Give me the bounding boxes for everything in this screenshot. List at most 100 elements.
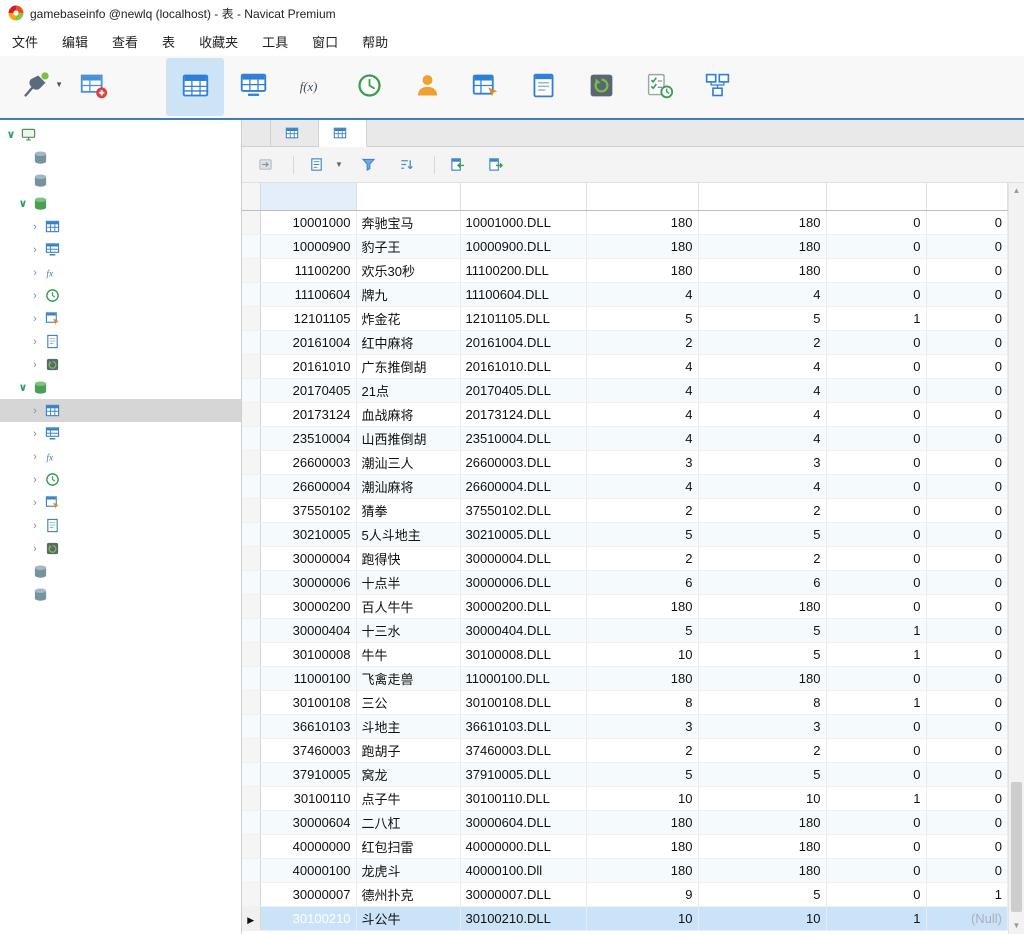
cell-gameID[interactable]: 37460003 xyxy=(260,738,356,762)
cell-dllName[interactable]: 37910005.DLL xyxy=(460,762,586,786)
expand-icon[interactable]: › xyxy=(28,312,42,326)
row-marker[interactable] xyxy=(242,474,260,498)
tree-item-newhm[interactable]: ∨ xyxy=(0,192,241,215)
cell-deskPeople[interactable]: 180 xyxy=(586,594,698,618)
scrollbar-track[interactable] xyxy=(1009,199,1024,918)
expand-icon[interactable]: › xyxy=(28,542,42,556)
cell-gameID[interactable]: 30100210 xyxy=(260,906,356,930)
cell-deskPeople[interactable]: 8 xyxy=(586,690,698,714)
cell-name[interactable]: 窝龙 xyxy=(356,762,460,786)
cell-isClose[interactable]: 0 xyxy=(926,402,1008,426)
cell-isClose[interactable]: 0 xyxy=(926,834,1008,858)
cell-name[interactable]: 奔驰宝马 xyxy=(356,210,460,234)
menu-item-5[interactable]: 工具 xyxy=(250,26,300,56)
cell-name[interactable]: 牛牛 xyxy=(356,642,460,666)
cell-gameID[interactable]: 30000004 xyxy=(260,546,356,570)
cell-dllName[interactable]: 20173124.DLL xyxy=(460,402,586,426)
users-button[interactable] xyxy=(398,58,456,116)
cell-gameID[interactable]: 30210005 xyxy=(260,522,356,546)
cell-canWatch[interactable]: 0 xyxy=(826,882,926,906)
cell-gameID[interactable]: 11100604 xyxy=(260,282,356,306)
tree-item-performance-schema[interactable] xyxy=(0,560,241,583)
cell-gameID[interactable]: 26600004 xyxy=(260,474,356,498)
menu-item-7[interactable]: 帮助 xyxy=(350,26,400,56)
cell-canWatch[interactable]: 0 xyxy=(826,858,926,882)
cell-dllName[interactable]: 30000004.DLL xyxy=(460,546,586,570)
tree-item-newlq-tables[interactable]: › xyxy=(0,399,241,422)
chevron-down-icon[interactable]: ▼ xyxy=(55,80,63,89)
tree-item-newlq-reports[interactable]: › xyxy=(0,514,241,537)
cell-name[interactable]: 百人牛牛 xyxy=(356,594,460,618)
cell-isClose[interactable]: 1 xyxy=(926,882,1008,906)
cell-name[interactable]: 三公 xyxy=(356,690,460,714)
cell-canWatch[interactable]: 0 xyxy=(826,210,926,234)
cell-isClose[interactable]: 0 xyxy=(926,594,1008,618)
views-button[interactable] xyxy=(224,58,282,116)
cell-deskPeople[interactable]: 10 xyxy=(586,642,698,666)
cell-name[interactable]: 牌九 xyxy=(356,282,460,306)
column-header-deskPeople[interactable] xyxy=(586,183,698,210)
cell-watcherCount[interactable]: 4 xyxy=(698,354,826,378)
row-marker[interactable] xyxy=(242,306,260,330)
row-marker[interactable] xyxy=(242,498,260,522)
cell-watcherCount[interactable]: 180 xyxy=(698,594,826,618)
row-marker[interactable] xyxy=(242,210,260,234)
cell-watcherCount[interactable]: 4 xyxy=(698,378,826,402)
cell-canWatch[interactable]: 0 xyxy=(826,714,926,738)
cell-gameID[interactable]: 30100008 xyxy=(260,642,356,666)
expand-icon[interactable]: › xyxy=(28,243,42,257)
tree-item-newhm-tables[interactable]: › xyxy=(0,215,241,238)
cell-watcherCount[interactable]: 5 xyxy=(698,618,826,642)
row-marker[interactable] xyxy=(242,330,260,354)
cell-name[interactable]: 二八杠 xyxy=(356,810,460,834)
cell-watcherCount[interactable]: 10 xyxy=(698,786,826,810)
cell-watcherCount[interactable]: 180 xyxy=(698,210,826,234)
cell-isClose[interactable]: 0 xyxy=(926,786,1008,810)
row-marker[interactable] xyxy=(242,450,260,474)
cell-isClose[interactable]: 0 xyxy=(926,714,1008,738)
cell-canWatch[interactable]: 0 xyxy=(826,378,926,402)
cell-watcherCount[interactable]: 6 xyxy=(698,570,826,594)
tree-item-localhost[interactable]: ∨ xyxy=(0,123,241,146)
tree-item-newhm-queries[interactable]: › xyxy=(0,307,241,330)
expand-icon[interactable]: › xyxy=(28,289,42,303)
tree-item-newhm-functions[interactable]: ›fx xyxy=(0,261,241,284)
cell-gameID[interactable]: 30000604 xyxy=(260,810,356,834)
expand-icon[interactable]: › xyxy=(28,220,42,234)
cell-name[interactable]: 跑得快 xyxy=(356,546,460,570)
cell-canWatch[interactable]: 0 xyxy=(826,570,926,594)
cell-canWatch[interactable]: 0 xyxy=(826,354,926,378)
cell-canWatch[interactable]: 0 xyxy=(826,474,926,498)
cell-canWatch[interactable]: 1 xyxy=(826,618,926,642)
column-header-dllName[interactable] xyxy=(460,183,586,210)
row-marker[interactable] xyxy=(242,642,260,666)
cell-dllName[interactable]: 30000604.DLL xyxy=(460,810,586,834)
tree-item-newlq-backups[interactable]: › xyxy=(0,537,241,560)
cell-name[interactable]: 潮汕三人 xyxy=(356,450,460,474)
tables-button[interactable] xyxy=(166,58,224,116)
menu-item-1[interactable]: 编辑 xyxy=(50,26,100,56)
cell-dllName[interactable]: 26600004.DLL xyxy=(460,474,586,498)
cell-deskPeople[interactable]: 180 xyxy=(586,234,698,258)
expand-icon[interactable]: › xyxy=(28,266,42,280)
cell-name[interactable]: 山西推倒胡 xyxy=(356,426,460,450)
tree-item-newhm-reports[interactable]: › xyxy=(0,330,241,353)
cell-isClose[interactable]: 0 xyxy=(926,858,1008,882)
cell-gameID[interactable]: 40000100 xyxy=(260,858,356,882)
cell-watcherCount[interactable]: 2 xyxy=(698,738,826,762)
cell-canWatch[interactable]: 0 xyxy=(826,402,926,426)
expand-icon[interactable]: › xyxy=(28,427,42,441)
cell-dllName[interactable]: 20170405.DLL xyxy=(460,378,586,402)
cell-gameID[interactable]: 30000200 xyxy=(260,594,356,618)
cell-deskPeople[interactable]: 2 xyxy=(586,546,698,570)
expand-icon[interactable]: › xyxy=(28,358,42,372)
cell-deskPeople[interactable]: 3 xyxy=(586,714,698,738)
row-marker[interactable] xyxy=(242,234,260,258)
cell-canWatch[interactable]: 0 xyxy=(826,762,926,786)
cell-dllName[interactable]: 30000404.DLL xyxy=(460,618,586,642)
row-marker[interactable] xyxy=(242,834,260,858)
row-marker[interactable] xyxy=(242,354,260,378)
cell-name[interactable]: 龙虎斗 xyxy=(356,858,460,882)
cell-name[interactable]: 血战麻将 xyxy=(356,402,460,426)
tree-item-newlq-views[interactable]: › xyxy=(0,422,241,445)
